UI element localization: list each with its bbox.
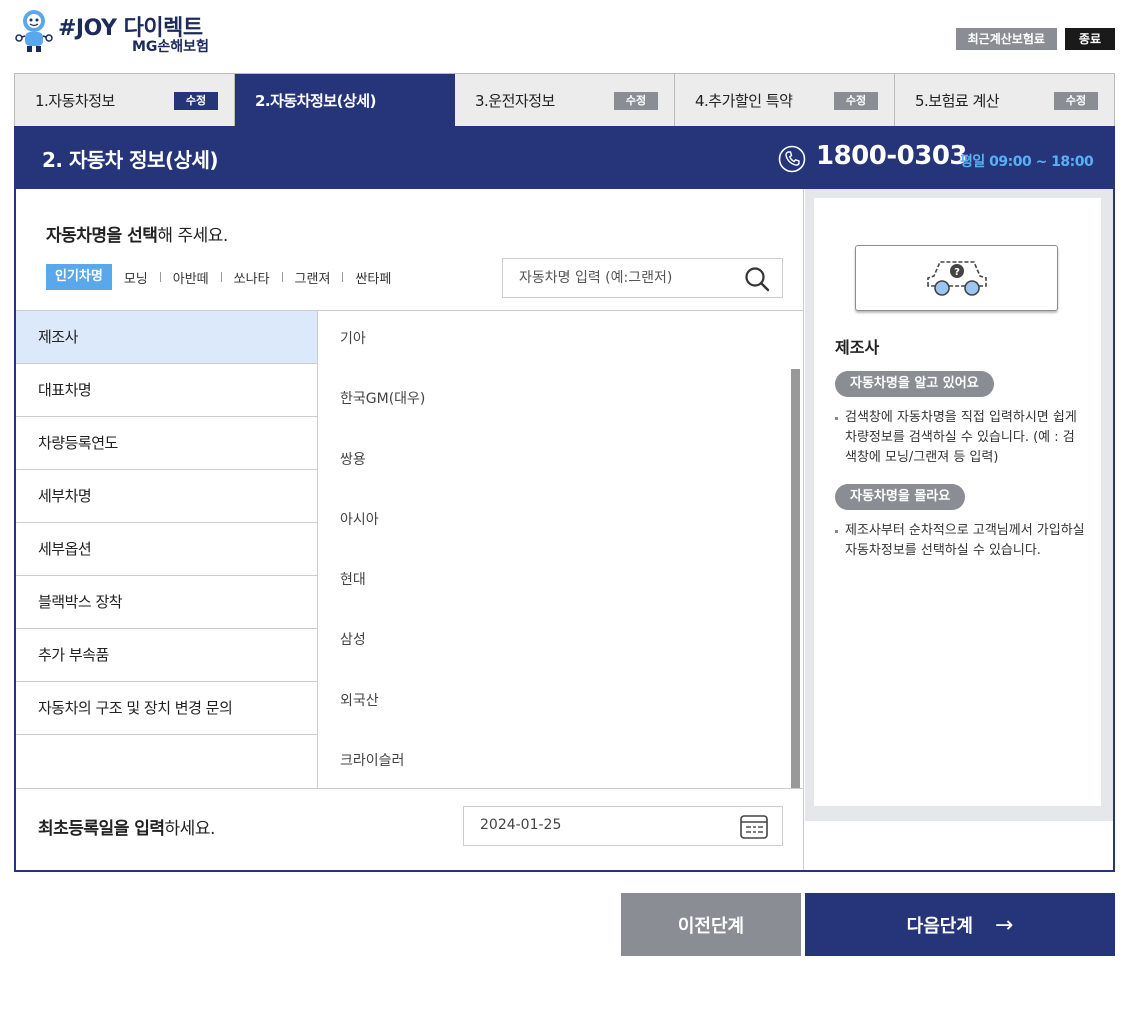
recent-premium-button[interactable]: 최근계산보험료 [955,28,1057,50]
arrow-right-icon: → [994,912,1014,938]
manufacturer-item[interactable]: 현대 [318,552,804,612]
next-step-button[interactable]: 다음단계 → [805,893,1115,956]
car-search-input[interactable] [503,259,733,297]
main-frame: 2. 자동차 정보(상세) 1800-0303 평일 09:00 ~ 18:00… [14,126,1115,872]
company-name: MG손해보험 [132,39,209,55]
popular-cars: 인기차명 모닝 아반떼 쏘나타 그랜져 싼타페 [46,264,403,290]
top-buttons: 최근계산보험료 종료 [955,28,1115,50]
quick-car-sonata[interactable]: 쏘나타 [222,268,282,287]
search-icon[interactable] [744,266,770,292]
manufacturer-item[interactable]: 외국산 [318,673,804,733]
step-tab-3[interactable]: 3.운전자정보 수정 [455,74,675,127]
mascot-icon [15,10,53,52]
registration-rest: 하세요. [164,819,216,839]
category-item[interactable]: 추가 부속품 [16,629,317,682]
question-title: 자동차명을 선택해 주세요. [46,221,228,246]
step-label: 5.보험료 계산 [915,92,1000,110]
business-hours: 평일 09:00 ~ 18:00 [960,154,1094,170]
step-tab-1[interactable]: 1.자동차정보 수정 [15,74,235,127]
registration-row: 최초등록일을 입력하세요. 2024-01-25 [16,788,804,870]
quick-car-morning[interactable]: 모닝 [112,268,160,287]
section-title: 2. 자동차 정보(상세) [42,148,219,172]
category-item[interactable]: 차량등록연도 [16,417,317,470]
help-panel: ? 제조사 자동차명을 알고 있어요 검색창에 자동차명을 직접 입력하시면 쉽… [805,189,1113,821]
phone-number: 1800-0303 [816,141,968,171]
quick-car-santafe[interactable]: 싼타페 [343,268,403,287]
step-tab-4[interactable]: 4.추가할인 특약 수정 [675,74,895,127]
category-item[interactable]: 블랙박스 장착 [16,576,317,629]
selection-panel: 자동차명을 선택해 주세요. 인기차명 모닝 아반떼 쏘나타 그랜져 싼타페 제… [16,189,804,870]
registration-bold: 최초등록일을 입력 [38,819,165,839]
logo[interactable]: #JOY 다이렉트 MG손해보험 [14,8,234,55]
step-label: 2.자동차정보(상세) [255,92,376,110]
car-search [502,258,783,298]
previous-step-button[interactable]: 이전단계 [621,893,801,956]
step-label: 4.추가할인 특약 [695,92,793,110]
category-item[interactable]: 대표차명 [16,364,317,417]
step-tab-2[interactable]: 2.자동차정보(상세) [235,74,455,127]
know-car-name-badge: 자동차명을 알고 있어요 [835,371,994,397]
manufacturer-item[interactable]: 기아 [318,311,804,371]
step-tabs: 1.자동차정보 수정 2.자동차정보(상세) 3.운전자정보 수정 4.추가할인… [14,73,1115,127]
car-question-icon: ? [927,261,987,296]
svg-text:?: ? [954,267,960,278]
edit-badge[interactable]: 수정 [174,92,218,110]
category-item[interactable]: 자동차의 구조 및 장치 변경 문의 [16,682,317,735]
quick-car-avante[interactable]: 아반떼 [161,268,221,287]
question-rest: 해 주세요. [157,226,228,246]
registration-date-field[interactable]: 2024-01-25 [463,806,783,846]
category-item[interactable]: 세부차명 [16,470,317,523]
step-label: 3.운전자정보 [475,92,555,110]
quick-car-grandeur[interactable]: 그랜져 [283,268,343,287]
dont-know-car-name-desc: 제조사부터 순차적으로 고객님께서 가입하실 자동차정보를 선택하실 수 있습니… [835,521,1085,561]
car-illustration: ? [855,245,1058,311]
popular-cars-badge: 인기차명 [46,264,112,290]
dont-know-car-name-badge: 자동차명을 몰라요 [835,484,966,510]
manufacturer-item[interactable]: 한국GM(대우) [318,371,804,431]
edit-badge[interactable]: 수정 [834,92,878,110]
edit-badge[interactable]: 수정 [614,92,658,110]
step-tab-5[interactable]: 5.보험료 계산 수정 [895,74,1115,127]
manufacturer-item[interactable]: 크라이슬러 [318,733,804,788]
help-heading: 제조사 [835,338,880,357]
scrollbar[interactable] [791,369,800,788]
registration-label: 최초등록일을 입력하세요. [38,814,215,839]
category-item[interactable]: 세부옵션 [16,523,317,576]
calendar-icon[interactable] [740,815,768,839]
help-card: ? 제조사 자동차명을 알고 있어요 검색창에 자동차명을 직접 입력하시면 쉽… [814,198,1101,806]
manufacturer-item[interactable]: 삼성 [318,612,804,672]
exit-button[interactable]: 종료 [1064,28,1115,50]
manufacturer-list: 기아 한국GM(대우) 쌍용 아시아 현대 삼성 외국산 크라이슬러 [318,310,804,788]
category-item[interactable]: 제조사 [16,311,317,364]
registration-date-value: 2024-01-25 [480,817,562,833]
know-car-name-desc: 검색창에 자동차명을 직접 입력하시면 쉽게 차량정보를 검색하실 수 있습니다… [835,408,1085,468]
step-label: 1.자동차정보 [35,92,115,110]
question-bold: 자동차명을 선택 [46,226,158,246]
edit-badge[interactable]: 수정 [1054,92,1098,110]
manufacturer-item[interactable]: 아시아 [318,492,804,552]
section-header: 2. 자동차 정보(상세) 1800-0303 평일 09:00 ~ 18:00 [16,126,1113,189]
phone-icon [778,145,806,173]
manufacturer-item[interactable]: 쌍용 [318,432,804,492]
next-step-label: 다음단계 [906,915,973,937]
category-list: 제조사 대표차명 차량등록연도 세부차명 세부옵션 블랙박스 장착 추가 부속품… [16,310,318,788]
